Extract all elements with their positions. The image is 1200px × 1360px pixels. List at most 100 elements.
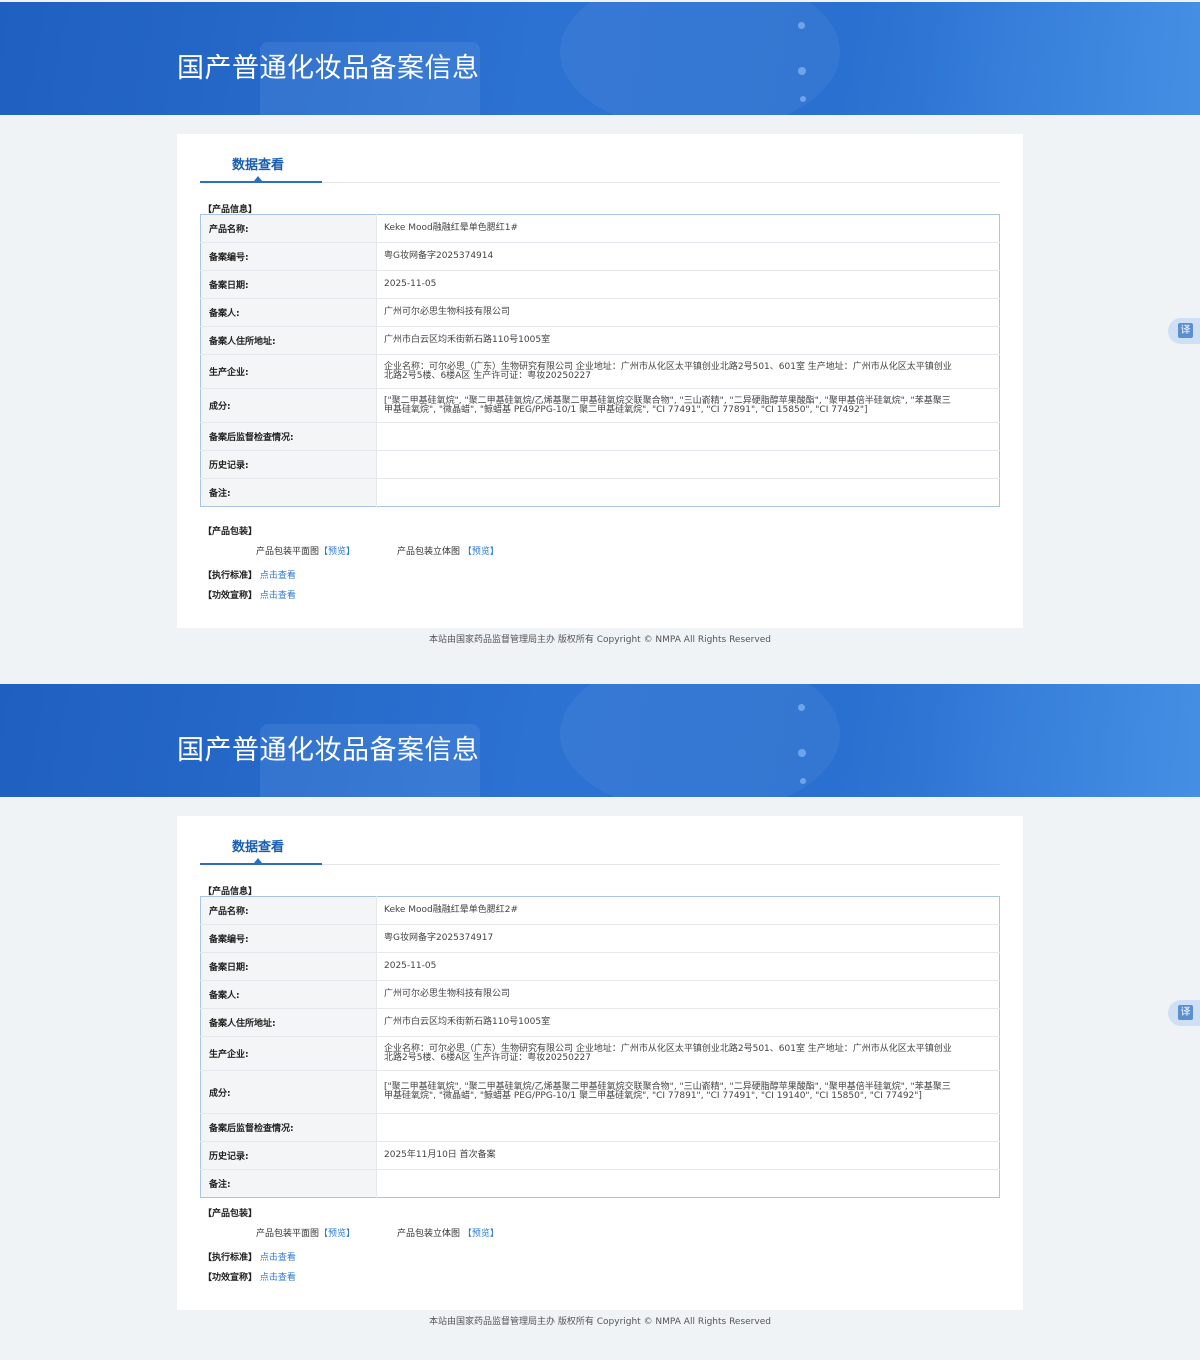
field-label: 备案人住所地址: xyxy=(200,326,377,355)
pkg-3d-label: 产品包装立体图 xyxy=(397,1229,461,1239)
field-label: 备注: xyxy=(200,478,377,507)
product-info-table: 产品名称: Keke Mood融融红晕单色腮红1# 备案编号: 粤G妆网备字20253… xyxy=(200,214,1000,507)
banner-dot xyxy=(798,704,805,711)
field-label: 备案人: xyxy=(200,298,377,327)
efficacy-label: 【功效宣称】 xyxy=(203,591,258,601)
banner-dot xyxy=(798,749,806,757)
table-row: 成分: ["聚二甲基硅氧烷", "聚二甲基硅氧烷/乙烯基聚二甲基硅氧烷交联聚合物"… xyxy=(200,388,1000,423)
field-label: 历史记录: xyxy=(200,450,377,479)
tab-data-view[interactable]: 数据查看 xyxy=(232,154,284,173)
page-title: 国产普通化妆品备案信息 xyxy=(177,53,480,84)
pkg-3d-row: 产品包装立体图 【预览】 xyxy=(397,1226,499,1239)
field-label: 产品名称: xyxy=(200,896,377,925)
tab-caret-icon xyxy=(254,176,262,181)
page-banner: 国产普通化妆品备案信息 xyxy=(0,2,1200,115)
record-page: 国产普通化妆品备案信息 数据查看 【产品信息】 产品名称: Keke Mood融融… xyxy=(0,0,1200,680)
tab-active-indicator xyxy=(200,181,322,183)
field-label: 备案日期: xyxy=(200,270,377,299)
translate-icon: 译 xyxy=(1178,323,1193,338)
banner-decoration xyxy=(560,684,840,797)
tab-data-view[interactable]: 数据查看 xyxy=(232,836,284,855)
copyright-footer: 本站由国家药品监督管理局主办 版权所有 Copyright © NMPA All… xyxy=(429,635,771,645)
tab-caret-icon xyxy=(254,858,262,863)
banner-decoration xyxy=(900,2,1200,115)
field-label: 产品名称: xyxy=(200,214,377,243)
pkg-flat-row: 产品包装平面图【预览】 xyxy=(256,1226,355,1239)
field-value: 粤G妆网备字2025374914 xyxy=(376,242,1000,271)
field-label: 生产企业: xyxy=(200,354,377,389)
field-value: 企业名称：可尔必思（广东）生物研究有限公司 企业地址：广州市从化区太平镇创业北路… xyxy=(376,354,1000,389)
banner-dot xyxy=(798,67,806,75)
table-row: 历史记录: 2025年11月10日 首次备案 xyxy=(200,1141,1000,1170)
pkg-flat-row: 产品包装平面图【预览】 xyxy=(256,544,355,557)
translate-button[interactable]: 译 xyxy=(1168,1000,1200,1026)
section-packaging: 【产品包装】 xyxy=(203,527,258,537)
table-row: 备案日期: 2025-11-05 xyxy=(200,270,1000,299)
table-row: 产品名称: Keke Mood融融红晕单色腮红2# xyxy=(200,896,1000,925)
table-row: 生产企业: 企业名称：可尔必思（广东）生物研究有限公司 企业地址：广州市从化区太平… xyxy=(200,1036,1000,1071)
field-value xyxy=(376,450,1000,479)
pkg-3d-preview-link[interactable]: 【预览】 xyxy=(463,1229,499,1239)
translate-icon: 译 xyxy=(1178,1005,1193,1020)
field-value: Keke Mood融融红晕单色腮红1# xyxy=(376,214,1000,243)
banner-dot xyxy=(798,22,805,29)
field-value: ["聚二甲基硅氧烷", "聚二甲基硅氧烷/乙烯基聚二甲基硅氧烷交联聚合物", "… xyxy=(376,388,1000,423)
table-row: 备案日期: 2025-11-05 xyxy=(200,952,1000,981)
efficacy-view-link[interactable]: 点击查看 xyxy=(260,591,296,601)
banner-decoration xyxy=(900,684,1200,797)
table-row: 备案人住所地址: 广州市白云区均禾街新石路110号1005室 xyxy=(200,1008,1000,1037)
standard-view-link[interactable]: 点击查看 xyxy=(260,1253,296,1263)
efficacy-row: 【功效宣称】 点击查看 xyxy=(203,588,296,601)
field-value xyxy=(377,1170,1000,1198)
page-title: 国产普通化妆品备案信息 xyxy=(177,735,480,766)
table-row: 备案编号: 粤G妆网备字2025374917 xyxy=(200,924,1000,953)
field-label: 历史记录: xyxy=(200,1141,377,1170)
field-value xyxy=(377,479,1000,507)
pkg-3d-preview-link[interactable]: 【预览】 xyxy=(463,547,499,557)
field-value: 企业名称：可尔必思（广东）生物研究有限公司 企业地址：广州市从化区太平镇创业北路… xyxy=(376,1036,1000,1071)
standard-label: 【执行标准】 xyxy=(203,571,258,581)
field-value: 2025年11月10日 首次备案 xyxy=(376,1141,1000,1170)
banner-dot xyxy=(800,778,806,784)
field-value xyxy=(376,1113,1000,1142)
record-card: 数据查看 【产品信息】 产品名称: Keke Mood融融红晕单色腮红2# 备案编号… xyxy=(177,816,1023,1310)
efficacy-label: 【功效宣称】 xyxy=(203,1273,258,1283)
field-label: 备案后监督检查情况: xyxy=(200,422,377,451)
table-row: 备案后监督检查情况: xyxy=(200,1113,1000,1142)
standard-row: 【执行标准】 点击查看 xyxy=(203,1250,296,1263)
pkg-3d-row: 产品包装立体图 【预览】 xyxy=(397,544,499,557)
field-label: 备案日期: xyxy=(200,952,377,981)
table-row: 备案人: 广州可尔必思生物科技有限公司 xyxy=(200,298,1000,327)
page-banner: 国产普通化妆品备案信息 xyxy=(0,684,1200,797)
banner-dot xyxy=(800,96,806,102)
field-label: 备注: xyxy=(200,1169,377,1198)
standard-row: 【执行标准】 点击查看 xyxy=(203,568,296,581)
product-info-rows: 产品名称: Keke Mood融融红晕单色腮红2# 备案编号: 粤G妆网备字20253… xyxy=(200,896,1000,1198)
standard-label: 【执行标准】 xyxy=(203,1253,258,1263)
record-card: 数据查看 【产品信息】 产品名称: Keke Mood融融红晕单色腮红1# 备案编号… xyxy=(177,134,1023,628)
banner-decoration xyxy=(560,2,840,115)
field-value: Keke Mood融融红晕单色腮红2# xyxy=(376,896,1000,925)
table-row: 备案人住所地址: 广州市白云区均禾街新石路110号1005室 xyxy=(200,326,1000,355)
standard-view-link[interactable]: 点击查看 xyxy=(260,571,296,581)
pkg-flat-preview-link[interactable]: 【预览】 xyxy=(319,1229,355,1239)
table-row: 备注: xyxy=(200,1169,1000,1198)
field-value: 2025-11-05 xyxy=(376,952,1000,981)
table-row: 备案后监督检查情况: xyxy=(200,422,1000,451)
table-row: 备注: xyxy=(200,478,1000,507)
pkg-flat-preview-link[interactable]: 【预览】 xyxy=(319,547,355,557)
table-row: 生产企业: 企业名称：可尔必思（广东）生物研究有限公司 企业地址：广州市从化区太平… xyxy=(200,354,1000,389)
record-page: 国产普通化妆品备案信息 数据查看 【产品信息】 产品名称: Keke Mood融融… xyxy=(0,682,1200,1360)
field-label: 生产企业: xyxy=(200,1036,377,1071)
efficacy-view-link[interactable]: 点击查看 xyxy=(260,1273,296,1283)
field-value: 广州市白云区均禾街新石路110号1005室 xyxy=(376,1008,1000,1037)
field-label: 备案人: xyxy=(200,980,377,1009)
field-label: 备案编号: xyxy=(200,242,377,271)
field-label: 成分: xyxy=(200,388,377,423)
field-value xyxy=(376,422,1000,451)
copyright-footer: 本站由国家药品监督管理局主办 版权所有 Copyright © NMPA All… xyxy=(429,1317,771,1327)
section-packaging: 【产品包装】 xyxy=(203,1209,258,1219)
translate-button[interactable]: 译 xyxy=(1168,318,1200,344)
field-value: 粤G妆网备字2025374917 xyxy=(376,924,1000,953)
table-row: 产品名称: Keke Mood融融红晕单色腮红1# xyxy=(200,214,1000,243)
